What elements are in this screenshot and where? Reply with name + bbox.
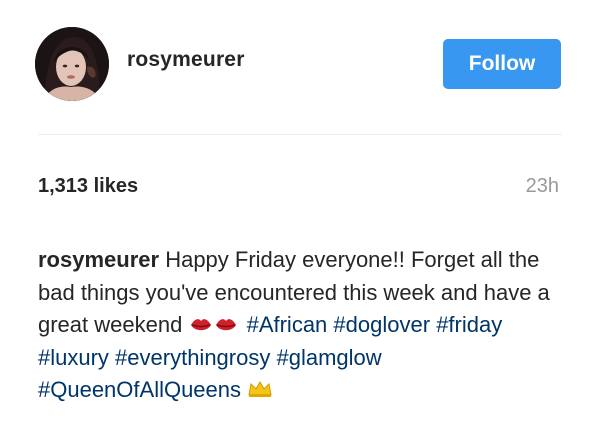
post-caption: rosymeurer Happy Friday everyone!! Forge…	[38, 244, 568, 407]
hashtag-link[interactable]: #African	[247, 312, 328, 337]
instagram-post: rosymeurer Follow 1,313 likes 23h rosyme…	[0, 0, 600, 445]
hashtag-link[interactable]: #friday	[436, 312, 502, 337]
post-header: rosymeurer Follow	[0, 0, 600, 132]
hashtag-link[interactable]: #everythingrosy	[115, 345, 270, 370]
hashtag-link[interactable]: #QueenOfAllQueens	[38, 377, 241, 402]
hashtag-link[interactable]: #glamglow	[276, 345, 381, 370]
post-username[interactable]: rosymeurer	[127, 48, 245, 72]
divider	[38, 134, 562, 135]
caption-username[interactable]: rosymeurer	[38, 247, 159, 272]
crown-icon	[247, 376, 273, 397]
avatar-image	[35, 27, 109, 101]
post-timestamp[interactable]: 23h	[526, 175, 559, 198]
follow-button[interactable]: Follow	[443, 39, 561, 89]
hashtag-link[interactable]: #luxury	[38, 345, 109, 370]
hashtag-link[interactable]: #doglover	[333, 312, 430, 337]
avatar[interactable]	[35, 27, 109, 101]
kiss-lips-icon	[188, 312, 240, 332]
likes-count[interactable]: 1,313 likes	[38, 175, 138, 198]
